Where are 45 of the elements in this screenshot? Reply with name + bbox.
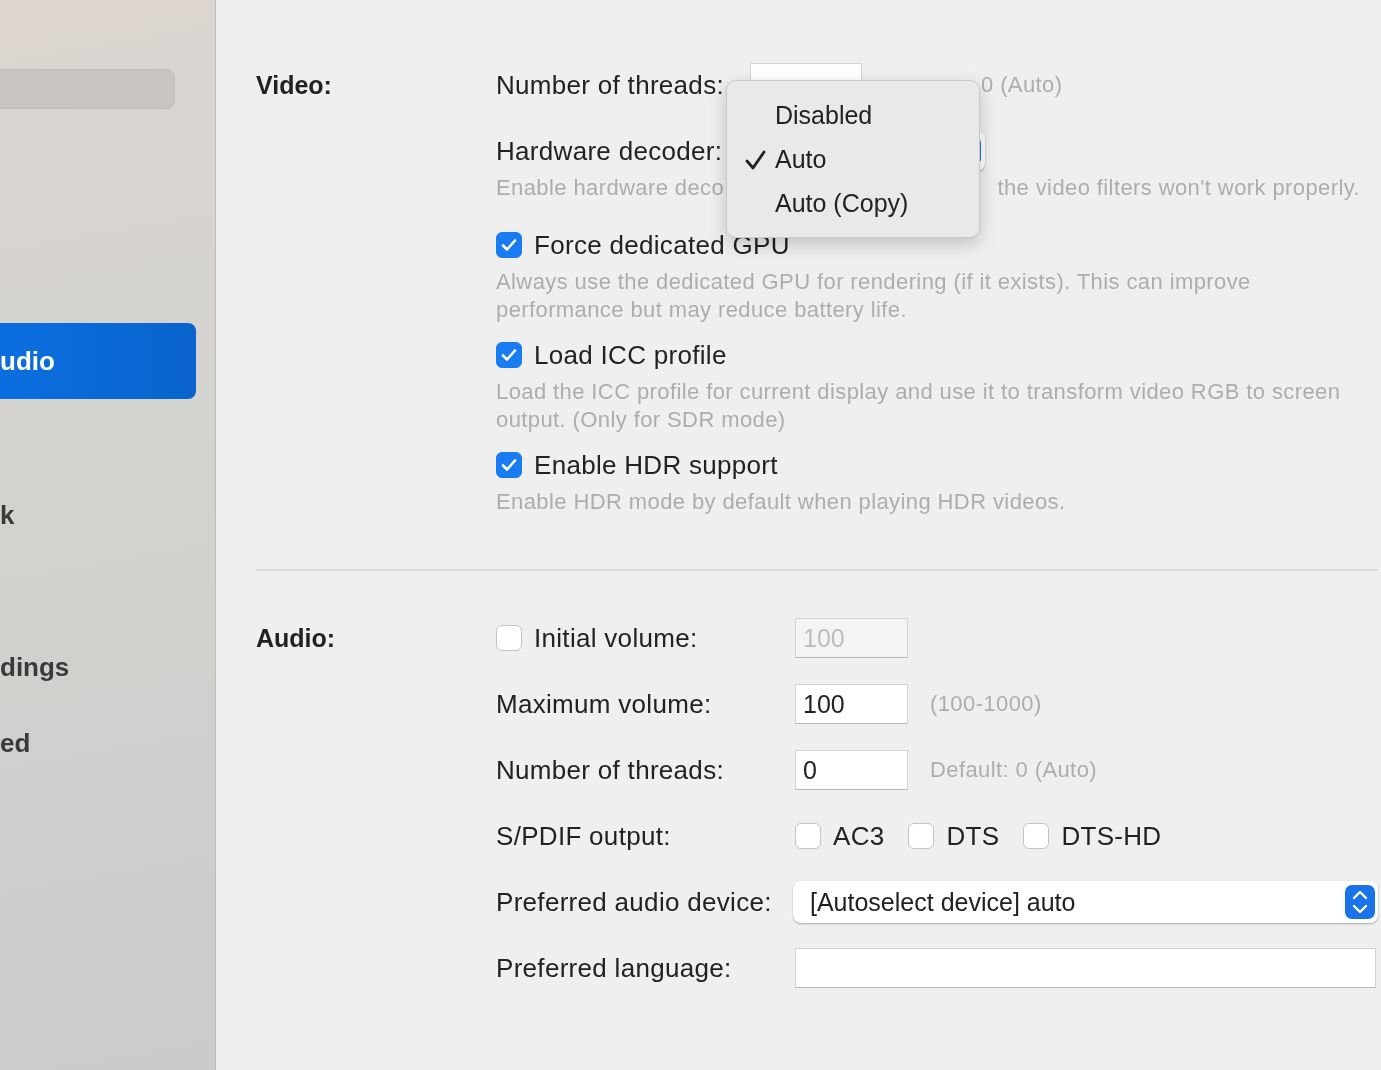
hint-text: 0 (Auto) xyxy=(981,72,1063,98)
description-text: Always use the dedicated GPU for rendering (if it exists). This can improve performance but may reduce battery life. xyxy=(496,268,1252,324)
menu-item-label: Disabled xyxy=(775,100,873,130)
menu-item[interactable]: Disabled xyxy=(727,93,979,137)
checkbox-label: AC3 xyxy=(833,820,885,852)
menu-item[interactable]: Auto (Copy) xyxy=(727,181,979,225)
checkbox[interactable] xyxy=(1023,823,1050,849)
hint-text: Enable hardware deco xyxy=(496,174,725,202)
input-field[interactable] xyxy=(795,948,1376,988)
field-label: Number of threads: xyxy=(496,754,725,786)
field-label: Maximum volume: xyxy=(496,688,713,720)
sidebar-item[interactable]: dings xyxy=(0,629,196,705)
menu-item-label: Auto (Copy) xyxy=(775,188,909,218)
stepper-icon xyxy=(1345,885,1375,919)
field-label: Preferred audio device: xyxy=(496,886,773,918)
hint-text: (100-1000) xyxy=(930,691,1042,717)
checkbox-label: DTS-HD xyxy=(1061,820,1162,852)
description-text: Load the ICC profile for current display and use it to transform video RGB to screen output. (Only for SDR mode) xyxy=(496,378,1342,434)
checkbox[interactable] xyxy=(908,823,935,849)
hint-text: Default: 0 (Auto) xyxy=(930,757,1097,783)
sidebar-item[interactable]: k xyxy=(0,477,196,553)
search-field[interactable] xyxy=(0,69,175,109)
sidebar-item[interactable]: udio xyxy=(0,323,196,399)
description-text: Enable HDR mode by default when playing HDR videos. xyxy=(496,488,1067,516)
checkbox-label: Enable HDR support xyxy=(534,449,778,481)
checkbox-label: Load ICC profile xyxy=(534,339,727,371)
input-field[interactable]: 0 xyxy=(795,750,908,790)
hint-text: the video filters won't work properly. xyxy=(997,174,1360,202)
menu-item-label: Auto xyxy=(775,144,827,174)
field-label: S/PDIF output: xyxy=(496,820,672,852)
section-label: Video: xyxy=(256,70,333,101)
checkbox[interactable] xyxy=(496,232,522,258)
checkbox-label: Initial volume: xyxy=(534,622,698,654)
section-label: Audio: xyxy=(256,623,337,654)
menu-item[interactable]: Auto xyxy=(727,137,979,181)
audio-device-popup[interactable]: [Autoselect device] auto xyxy=(793,881,1378,923)
checkbox[interactable] xyxy=(795,823,821,849)
field-label: Number of threads: xyxy=(496,69,725,101)
checkbox[interactable] xyxy=(496,452,522,478)
input-field[interactable]: 100 xyxy=(795,684,908,724)
checkbox[interactable] xyxy=(496,342,522,368)
field-label: Preferred language: xyxy=(496,952,733,984)
checkbox-label: DTS xyxy=(946,820,1000,852)
sidebar-item[interactable]: ed xyxy=(0,705,196,781)
field-label: Hardware decoder: xyxy=(496,135,724,167)
